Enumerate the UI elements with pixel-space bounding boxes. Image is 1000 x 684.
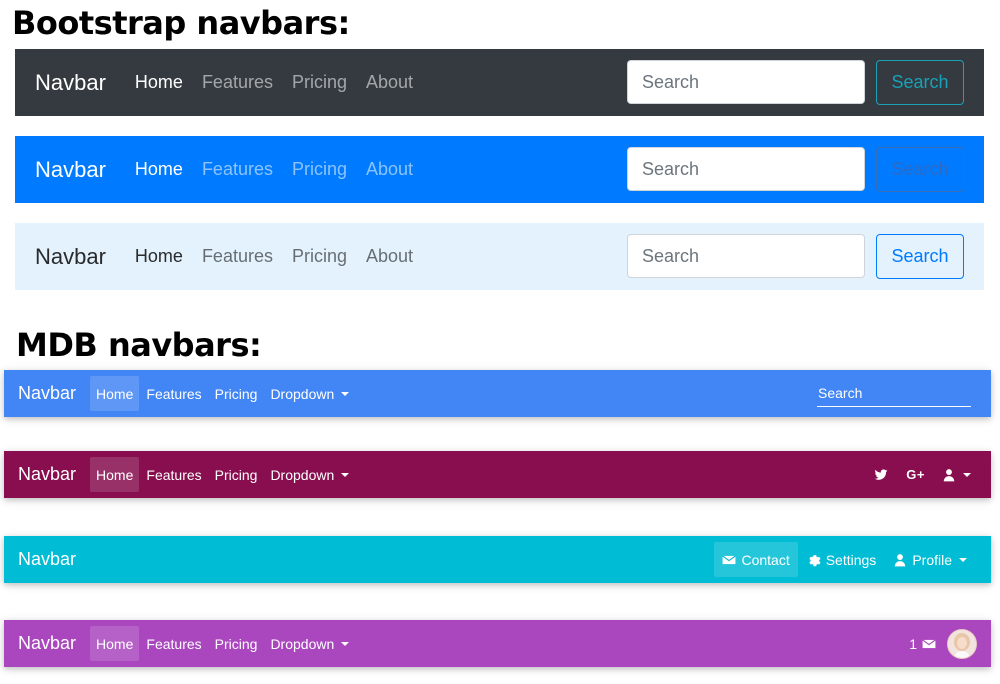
bootstrap-navbar-light: Navbar Home Features Pricing About Searc… — [15, 223, 984, 290]
nav-link-home[interactable]: Home — [135, 246, 183, 267]
nav-link-about[interactable]: About — [366, 72, 413, 93]
nav-link-features[interactable]: Features — [140, 626, 207, 661]
navbar-brand[interactable]: Navbar — [35, 157, 106, 183]
navbar-brand[interactable]: Navbar — [18, 633, 76, 654]
contact-label: Contact — [741, 551, 790, 568]
bootstrap-navbar-dark: Navbar Home Features Pricing About Searc… — [15, 49, 984, 116]
mdb-navbar-purple: Navbar Home Features Pricing Dropdown 1 — [4, 620, 991, 667]
nav-link-pricing[interactable]: Pricing — [209, 376, 264, 411]
user-icon — [943, 468, 955, 481]
nav-link-contact[interactable]: Contact — [714, 542, 798, 577]
nav-link-features[interactable]: Features — [202, 159, 273, 180]
nav-link-pricing[interactable]: Pricing — [292, 72, 347, 93]
search-form: Search — [627, 147, 964, 192]
envelope-icon[interactable] — [922, 637, 936, 651]
nav-link-home[interactable]: Home — [90, 626, 140, 661]
nav-dropdown[interactable]: Dropdown — [264, 376, 355, 411]
navbar-brand[interactable]: Navbar — [18, 383, 76, 404]
nav-link-about[interactable]: About — [366, 246, 413, 267]
twitter-icon[interactable] — [874, 468, 888, 482]
mdb-navbar-blue: Navbar Home Features Pricing Dropdown — [4, 370, 991, 417]
search-button[interactable]: Search — [876, 147, 964, 192]
bootstrap-navbar-primary: Navbar Home Features Pricing About Searc… — [15, 136, 984, 203]
mdb-heading: MDB navbars: — [16, 326, 262, 364]
profile-label: Profile — [912, 551, 952, 568]
nav-link-home[interactable]: Home — [90, 457, 140, 492]
search-form: Search — [627, 234, 964, 279]
avatar-image — [948, 629, 976, 658]
nav-dropdown[interactable]: Dropdown — [264, 457, 355, 492]
envelope-icon — [722, 554, 737, 564]
user-icon — [895, 553, 906, 566]
search-form: Search — [627, 60, 964, 105]
avatar[interactable] — [947, 628, 977, 659]
caret-down-icon — [341, 391, 350, 396]
search-input[interactable] — [627, 60, 865, 104]
nav-link-home[interactable]: Home — [90, 376, 140, 411]
right-menu: 1 — [909, 620, 977, 667]
nav-link-features[interactable]: Features — [202, 72, 273, 93]
nav-link-features[interactable]: Features — [140, 457, 207, 492]
caret-down-icon — [963, 472, 971, 477]
navbar-brand[interactable]: Navbar — [35, 70, 106, 96]
mdb-navbar-cyan: Navbar Contact Settings Profile — [4, 536, 991, 583]
bootstrap-heading: Bootstrap navbars: — [12, 4, 350, 42]
dropdown-label: Dropdown — [270, 466, 335, 483]
nav-link-profile[interactable]: Profile — [885, 542, 975, 577]
caret-down-icon — [341, 472, 350, 477]
nav-link-about[interactable]: About — [366, 159, 413, 180]
right-menu: Contact Settings Profile — [713, 536, 975, 583]
google-plus-icon[interactable]: G+ — [906, 467, 925, 482]
search-input[interactable] — [817, 380, 971, 407]
dropdown-label: Dropdown — [270, 635, 335, 652]
search-button[interactable]: Search — [876, 234, 964, 279]
search-button[interactable]: Search — [876, 60, 964, 105]
social-icons: G+ — [857, 451, 971, 498]
navbar-brand[interactable]: Navbar — [18, 549, 76, 570]
nav-link-pricing[interactable]: Pricing — [209, 626, 264, 661]
nav-dropdown[interactable]: Dropdown — [264, 626, 355, 661]
gear-icon — [809, 554, 821, 566]
nav-link-home[interactable]: Home — [135, 159, 183, 180]
nav-link-home[interactable]: Home — [135, 72, 183, 93]
notification-count[interactable]: 1 — [909, 636, 917, 652]
navbar-brand[interactable]: Navbar — [35, 244, 106, 270]
user-dropdown[interactable] — [942, 468, 971, 482]
nav-link-pricing[interactable]: Pricing — [292, 246, 347, 267]
search-input[interactable] — [627, 234, 865, 278]
caret-down-icon — [959, 557, 967, 562]
navbar-brand[interactable]: Navbar — [18, 464, 76, 485]
nav-link-pricing[interactable]: Pricing — [209, 457, 264, 492]
nav-link-features[interactable]: Features — [140, 376, 207, 411]
mdb-navbar-maroon: Navbar Home Features Pricing Dropdown G+ — [4, 451, 991, 498]
caret-down-icon — [341, 641, 350, 646]
nav-link-pricing[interactable]: Pricing — [292, 159, 347, 180]
nav-link-settings[interactable]: Settings — [799, 542, 885, 577]
dropdown-label: Dropdown — [270, 385, 335, 402]
nav-link-features[interactable]: Features — [202, 246, 273, 267]
settings-label: Settings — [825, 551, 877, 568]
search-input[interactable] — [627, 147, 865, 191]
